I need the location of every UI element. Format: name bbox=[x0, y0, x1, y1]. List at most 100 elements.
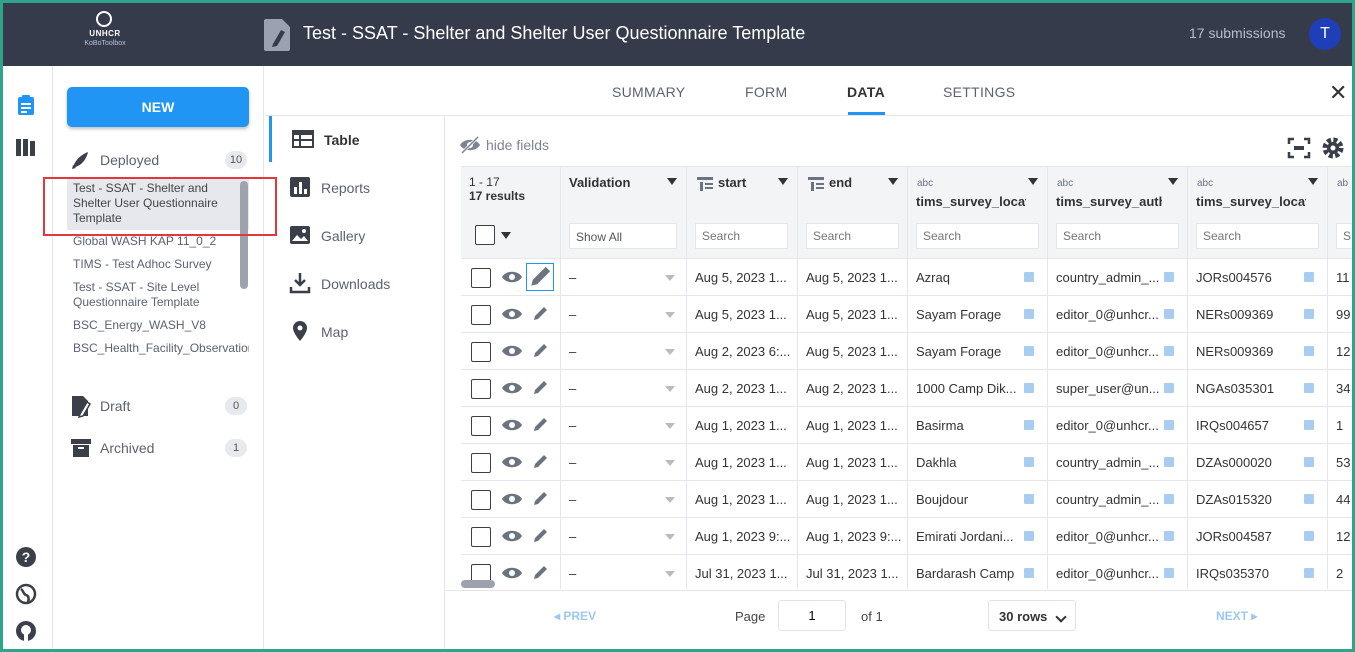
partial-search-input[interactable] bbox=[1336, 223, 1352, 249]
view-eye-icon[interactable] bbox=[501, 270, 523, 284]
project-item[interactable]: TIMS - Test Adhoc Survey bbox=[67, 253, 249, 276]
tab-data[interactable]: DATA bbox=[847, 84, 885, 100]
row-checkbox[interactable] bbox=[471, 527, 491, 547]
validation-dropdown-caret-icon[interactable] bbox=[665, 571, 675, 577]
view-eye-icon[interactable] bbox=[501, 307, 523, 321]
draft-category[interactable]: Draft 0 bbox=[69, 394, 249, 418]
expand-value-icon[interactable] bbox=[1024, 346, 1034, 356]
expand-value-icon[interactable] bbox=[1024, 568, 1034, 578]
expand-value-icon[interactable] bbox=[1164, 383, 1174, 393]
column-menu-caret-icon[interactable] bbox=[1308, 178, 1318, 185]
archived-category[interactable]: Archived 1 bbox=[69, 436, 249, 460]
unhcr-logo[interactable]: UNHCR KoBoToolbox bbox=[73, 11, 137, 59]
project-item[interactable]: Test - SSAT - Site Level Questionnaire T… bbox=[67, 276, 249, 314]
language-globe-icon[interactable] bbox=[15, 583, 37, 605]
column-menu-caret-icon[interactable] bbox=[888, 178, 898, 185]
tab-summary[interactable]: SUMMARY bbox=[612, 84, 685, 100]
column-menu-caret-icon[interactable] bbox=[1168, 178, 1178, 185]
column-header-validation[interactable]: Validation Show All bbox=[561, 167, 687, 259]
column-header-partial[interactable]: ab bbox=[1328, 167, 1352, 259]
expand-value-icon[interactable] bbox=[1304, 457, 1314, 467]
subnav-map[interactable]: Map bbox=[269, 308, 445, 354]
expand-value-icon[interactable] bbox=[1304, 568, 1314, 578]
validation-cell[interactable]: – bbox=[561, 518, 687, 555]
start-search-input[interactable] bbox=[695, 223, 788, 249]
validation-dropdown-caret-icon[interactable] bbox=[665, 386, 675, 392]
subnav-gallery[interactable]: Gallery bbox=[269, 212, 445, 258]
expand-value-icon[interactable] bbox=[1304, 272, 1314, 282]
expand-value-icon[interactable] bbox=[1304, 309, 1314, 319]
validation-dropdown-caret-icon[interactable] bbox=[665, 312, 675, 318]
view-eye-icon[interactable] bbox=[501, 566, 523, 580]
column-header-start[interactable]: start bbox=[687, 167, 798, 259]
expand-value-icon[interactable] bbox=[1164, 531, 1174, 541]
subnav-downloads[interactable]: Downloads bbox=[269, 260, 445, 306]
expand-value-icon[interactable] bbox=[1304, 346, 1314, 356]
expand-value-icon[interactable] bbox=[1024, 272, 1034, 282]
location-search-input[interactable] bbox=[916, 223, 1039, 249]
expand-value-icon[interactable] bbox=[1164, 309, 1174, 319]
project-item[interactable]: BSC_Energy_WASH_V8 bbox=[67, 314, 249, 337]
projects-clipboard-icon[interactable] bbox=[15, 94, 37, 116]
row-checkbox[interactable] bbox=[471, 490, 491, 510]
validation-dropdown-caret-icon[interactable] bbox=[665, 534, 675, 540]
edit-pencil-icon[interactable] bbox=[531, 490, 549, 508]
row-checkbox[interactable] bbox=[471, 416, 491, 436]
location-code-search-input[interactable] bbox=[1196, 223, 1319, 249]
validation-dropdown-caret-icon[interactable] bbox=[665, 460, 675, 466]
edit-pencil-icon[interactable] bbox=[531, 416, 549, 434]
view-eye-icon[interactable] bbox=[501, 344, 523, 358]
view-eye-icon[interactable] bbox=[501, 418, 523, 432]
tab-form[interactable]: FORM bbox=[745, 84, 787, 100]
row-checkbox[interactable] bbox=[471, 379, 491, 399]
edit-pencil-icon[interactable] bbox=[531, 342, 549, 360]
help-icon[interactable]: ? bbox=[15, 546, 37, 568]
fullscreen-icon[interactable] bbox=[1287, 136, 1311, 160]
settings-gear-icon[interactable] bbox=[1321, 136, 1345, 160]
project-item[interactable]: BSC_Health_Facility_Observation_v16 bbox=[67, 337, 249, 360]
subnav-reports[interactable]: Reports bbox=[269, 164, 445, 210]
column-menu-caret-icon[interactable] bbox=[1028, 178, 1038, 185]
edit-pencil-icon[interactable] bbox=[531, 527, 549, 545]
expand-value-icon[interactable] bbox=[1024, 383, 1034, 393]
rows-per-page-select[interactable]: 30 rows bbox=[988, 600, 1076, 631]
select-all-checkbox[interactable] bbox=[475, 225, 495, 245]
view-eye-icon[interactable] bbox=[501, 529, 523, 543]
column-header-end[interactable]: end bbox=[798, 167, 908, 259]
edit-pencil-icon[interactable] bbox=[531, 305, 549, 323]
column-menu-caret-icon[interactable] bbox=[667, 178, 677, 185]
column-menu-caret-icon[interactable] bbox=[778, 178, 788, 185]
expand-value-icon[interactable] bbox=[1024, 494, 1034, 504]
deployed-category[interactable]: Deployed 10 bbox=[69, 148, 249, 172]
expand-value-icon[interactable] bbox=[1024, 309, 1034, 319]
view-eye-icon[interactable] bbox=[501, 492, 523, 506]
expand-value-icon[interactable] bbox=[1164, 272, 1174, 282]
page-number-input[interactable] bbox=[778, 600, 846, 631]
expand-value-icon[interactable] bbox=[1024, 531, 1034, 541]
column-header-location-code[interactable]: abc tims_survey_locat bbox=[1188, 167, 1328, 259]
edit-pencil-icon[interactable] bbox=[526, 263, 554, 291]
row-checkbox[interactable] bbox=[471, 342, 491, 362]
tab-settings[interactable]: SETTINGS bbox=[943, 84, 1015, 100]
expand-value-icon[interactable] bbox=[1164, 346, 1174, 356]
view-eye-icon[interactable] bbox=[501, 455, 523, 469]
expand-value-icon[interactable] bbox=[1164, 420, 1174, 430]
validation-cell[interactable]: – bbox=[561, 407, 687, 444]
new-project-button[interactable]: NEW bbox=[67, 87, 249, 127]
validation-cell[interactable]: – bbox=[561, 370, 687, 407]
expand-value-icon[interactable] bbox=[1164, 494, 1174, 504]
validation-cell[interactable]: – bbox=[561, 481, 687, 518]
validation-dropdown-caret-icon[interactable] bbox=[665, 349, 675, 355]
github-icon[interactable] bbox=[15, 620, 37, 642]
expand-value-icon[interactable] bbox=[1304, 383, 1314, 393]
edit-pencil-icon[interactable] bbox=[531, 564, 549, 582]
expand-value-icon[interactable] bbox=[1304, 531, 1314, 541]
end-search-input[interactable] bbox=[806, 223, 899, 249]
prev-page-button[interactable]: ◂ PREV bbox=[554, 609, 596, 623]
expand-value-icon[interactable] bbox=[1024, 457, 1034, 467]
row-checkbox[interactable] bbox=[471, 268, 491, 288]
validation-cell[interactable]: – bbox=[561, 296, 687, 333]
validation-dropdown-caret-icon[interactable] bbox=[665, 423, 675, 429]
validation-dropdown-caret-icon[interactable] bbox=[665, 275, 675, 281]
validation-cell[interactable]: – bbox=[561, 444, 687, 481]
